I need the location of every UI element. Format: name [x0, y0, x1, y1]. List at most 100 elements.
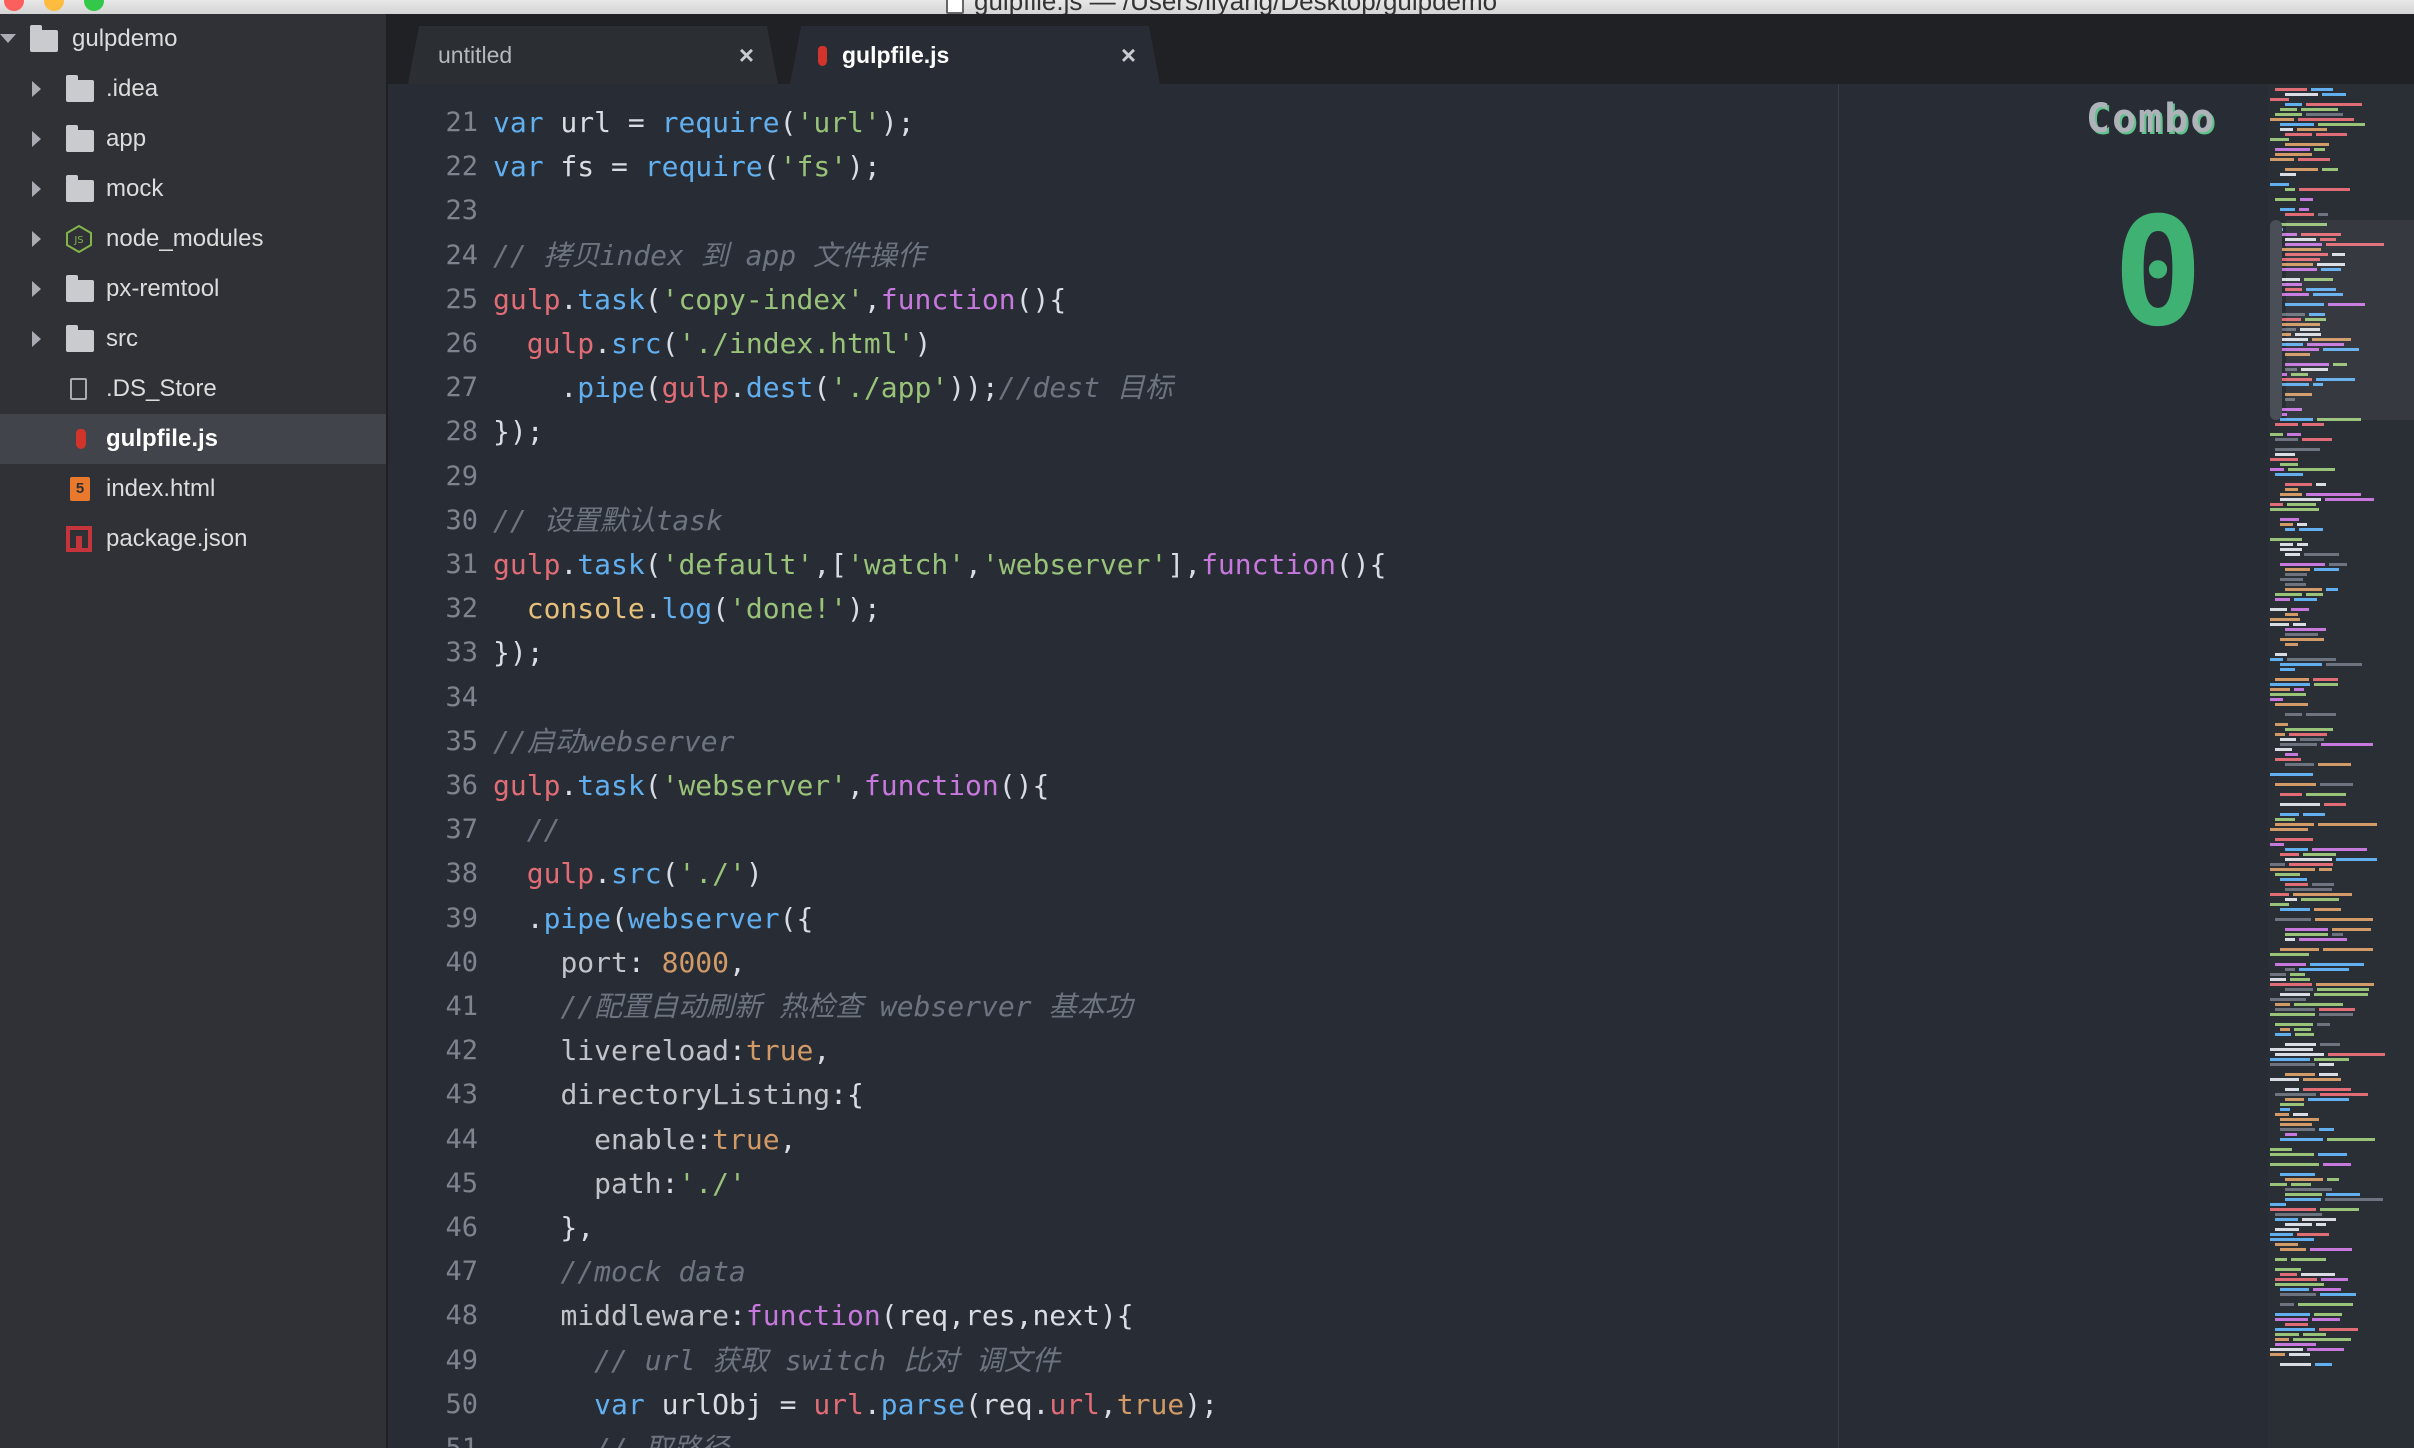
minimap-line [2270, 1348, 2303, 1351]
chevron-down-icon[interactable] [0, 34, 16, 43]
tab-gulpfile[interactable]: gulpfile.js × [790, 26, 1160, 84]
code-line[interactable]: port: 8000, [493, 941, 745, 985]
minimap-line [2275, 748, 2292, 751]
minimap-line [2322, 93, 2346, 96]
minimap-line [2312, 848, 2367, 851]
tree-item-px-remtool[interactable]: px-remtool [0, 264, 386, 314]
minimap-line [2275, 1033, 2291, 1036]
minimap-line [2270, 983, 2312, 986]
tree-item-node-modules[interactable]: JS node_modules [0, 214, 386, 264]
code-line[interactable]: enable:true, [493, 1118, 796, 1162]
code-line[interactable]: directoryListing:{ [493, 1073, 863, 1117]
close-icon[interactable]: × [739, 40, 754, 71]
minimap-line [2290, 973, 2305, 976]
vertical-scrollbar[interactable] [2270, 220, 2282, 420]
code-line[interactable]: // 取路径 [493, 1427, 729, 1448]
npm-icon [66, 526, 92, 552]
folder-icon [30, 25, 58, 52]
tab-untitled[interactable]: untitled × [408, 26, 778, 84]
code-line[interactable]: //配置自动刷新 热检查 webserver 基本功 [493, 985, 1132, 1029]
code-line[interactable]: livereload:true, [493, 1029, 830, 1073]
line-number: 46 [445, 1212, 478, 1243]
minimap-line [2290, 978, 2310, 981]
line-number: 34 [445, 681, 478, 713]
code-line[interactable]: .pipe(webserver({ [493, 897, 814, 941]
tree-item-label: node_modules [106, 225, 264, 252]
code-line[interactable]: gulp.src('./index.html') [493, 322, 932, 366]
tree-item-gulpfile[interactable]: gulpfile.js [0, 414, 386, 464]
code-line[interactable]: gulp.task('copy-index',function(){ [493, 278, 1066, 322]
chevron-right-icon[interactable] [32, 231, 41, 247]
code-line[interactable]: }); [493, 410, 544, 454]
minimap-line [2285, 848, 2308, 851]
chevron-right-icon[interactable] [32, 281, 41, 297]
code-line[interactable]: }); [493, 631, 544, 675]
minimap-line [2270, 1058, 2310, 1061]
code-line[interactable]: .pipe(gulp.dest('./app'));//dest 目标 [493, 366, 1172, 410]
minimap-viewport[interactable] [2286, 220, 2414, 420]
code-line[interactable]: // 拷贝index 到 app 文件操作 [493, 234, 925, 278]
code-line[interactable]: path:'./' [493, 1162, 746, 1206]
minimap-line [2285, 1178, 2323, 1181]
line-number: 36 [445, 770, 478, 801]
tab-bar: untitled × gulpfile.js × [388, 14, 2414, 84]
line-number: 26 [445, 328, 478, 359]
minimap-line [2280, 208, 2295, 211]
code-line[interactable]: var urlObj = url.parse(req.url,true); [493, 1383, 1218, 1427]
minimap-line [2270, 893, 2289, 896]
tree-item-src[interactable]: src [0, 314, 386, 364]
minimap-line [2285, 553, 2300, 556]
minimap-line [2280, 813, 2299, 816]
wrap-guide [1838, 84, 1839, 1448]
tree-item-ds-store[interactable]: .DS_Store [0, 364, 386, 414]
minimap-line [2336, 858, 2377, 861]
code-line[interactable]: }, [493, 1206, 594, 1250]
tab-label: gulpfile.js [842, 41, 950, 68]
code-line[interactable]: var url = require('url'); [493, 101, 914, 145]
line-number: 27 [445, 372, 478, 404]
code-line[interactable]: gulp.task('default',['watch','webserver'… [493, 543, 1387, 587]
code-line[interactable]: // [493, 808, 561, 852]
code-line[interactable]: //mock data [493, 1250, 745, 1294]
minimap-line [2285, 588, 2322, 591]
code-line[interactable]: gulp.task('webserver',function(){ [493, 764, 1049, 808]
close-icon[interactable]: × [1121, 40, 1136, 71]
minimap-line [2291, 608, 2309, 611]
tree-item-package-json[interactable]: package.json [0, 514, 386, 564]
line-number: 23 [445, 195, 478, 227]
minimap-line [2275, 148, 2310, 151]
code-line[interactable]: var fs = require('fs'); [493, 145, 881, 189]
minimap-line [2285, 1193, 2322, 1196]
tree-root-gulpdemo[interactable]: gulpdemo [0, 14, 386, 64]
minimap-line [2275, 1258, 2287, 1261]
minimap-line [2285, 633, 2318, 636]
chevron-right-icon[interactable] [32, 181, 41, 197]
minimap-line [2316, 133, 2347, 136]
minimap-line [2275, 1003, 2290, 1006]
tree-item-mock[interactable]: mock [0, 164, 386, 214]
chevron-right-icon[interactable] [32, 81, 41, 97]
minimap-line [2313, 678, 2338, 681]
minimap-line [2302, 423, 2324, 426]
minimap-line [2313, 1288, 2341, 1291]
close-window-button[interactable] [4, 0, 24, 11]
minimap-line [2303, 853, 2336, 856]
code-line[interactable]: gulp.src('./') [493, 852, 763, 896]
code-line[interactable]: // url 获取 switch 比对 调文件 [493, 1339, 1060, 1383]
minimize-window-button[interactable] [44, 0, 64, 11]
code-line[interactable]: middleware:function(req,res,next){ [493, 1294, 1133, 1338]
tree-item-app[interactable]: app [0, 114, 386, 164]
code-line[interactable]: // 设置默认task [493, 499, 723, 543]
minimap-line [2275, 1313, 2310, 1316]
minimap-line [2287, 503, 2316, 506]
maximize-window-button[interactable] [84, 0, 104, 11]
minimap-line [2325, 498, 2374, 501]
code-editor[interactable]: 21 22 23 24 25 26 27 28 29 30 31 32 33 34 35 36 37 38 39 40… [388, 84, 1842, 1448]
tree-item-idea[interactable]: .idea [0, 64, 386, 114]
minimap-line [2314, 908, 2341, 911]
chevron-right-icon[interactable] [32, 331, 41, 347]
code-line[interactable]: //启动webserver [493, 720, 734, 764]
chevron-right-icon[interactable] [32, 131, 41, 147]
code-line[interactable]: console.log('done!'); [493, 587, 881, 631]
tree-item-index-html[interactable]: 5 index.html [0, 464, 386, 514]
